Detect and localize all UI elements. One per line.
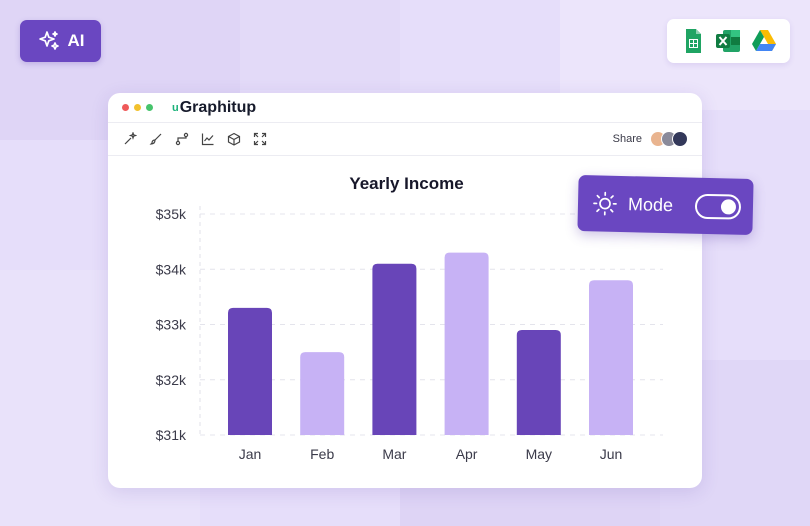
ai-button[interactable]: AI — [20, 20, 101, 62]
y-tick-label: $31k — [156, 427, 187, 443]
mode-toggle-card: Mode — [577, 175, 754, 235]
x-tick-label: Feb — [310, 446, 334, 462]
y-tick-label: $34k — [156, 261, 187, 277]
google-drive-icon[interactable] — [750, 27, 778, 55]
x-tick-label: Jun — [600, 446, 623, 462]
mode-toggle-switch[interactable] — [694, 193, 742, 220]
mode-label: Mode — [627, 193, 674, 215]
x-tick-label: Jan — [239, 446, 262, 462]
bar-jan[interactable] — [228, 307, 272, 435]
ai-button-label: AI — [67, 31, 85, 50]
x-tick-label: May — [526, 446, 552, 462]
sun-icon — [593, 191, 617, 216]
y-tick-label: $32k — [156, 372, 187, 388]
bar-jun[interactable] — [589, 280, 633, 435]
y-tick-label: $33k — [156, 317, 187, 333]
app-window: u Graphitup Share Yearly Income $35k $34… — [108, 93, 702, 488]
bar-chart: $35k $34k $33k $32k $31k Jan Feb Mar Apr May Jun — [156, 206, 663, 462]
integrations-panel — [667, 19, 790, 63]
bar-apr[interactable] — [444, 252, 489, 435]
google-sheets-icon[interactable] — [679, 27, 707, 55]
bar-may[interactable] — [516, 330, 561, 435]
bar-mar[interactable] — [372, 263, 417, 435]
x-tick-label: Mar — [382, 446, 406, 462]
toggle-knob — [720, 198, 737, 215]
bar-feb[interactable] — [300, 352, 345, 435]
sparkle-icon — [38, 31, 59, 50]
background-tile — [240, 0, 400, 90]
excel-icon[interactable] — [714, 27, 742, 55]
x-tick-label: Apr — [456, 446, 478, 462]
y-tick-label: $35k — [156, 206, 187, 222]
